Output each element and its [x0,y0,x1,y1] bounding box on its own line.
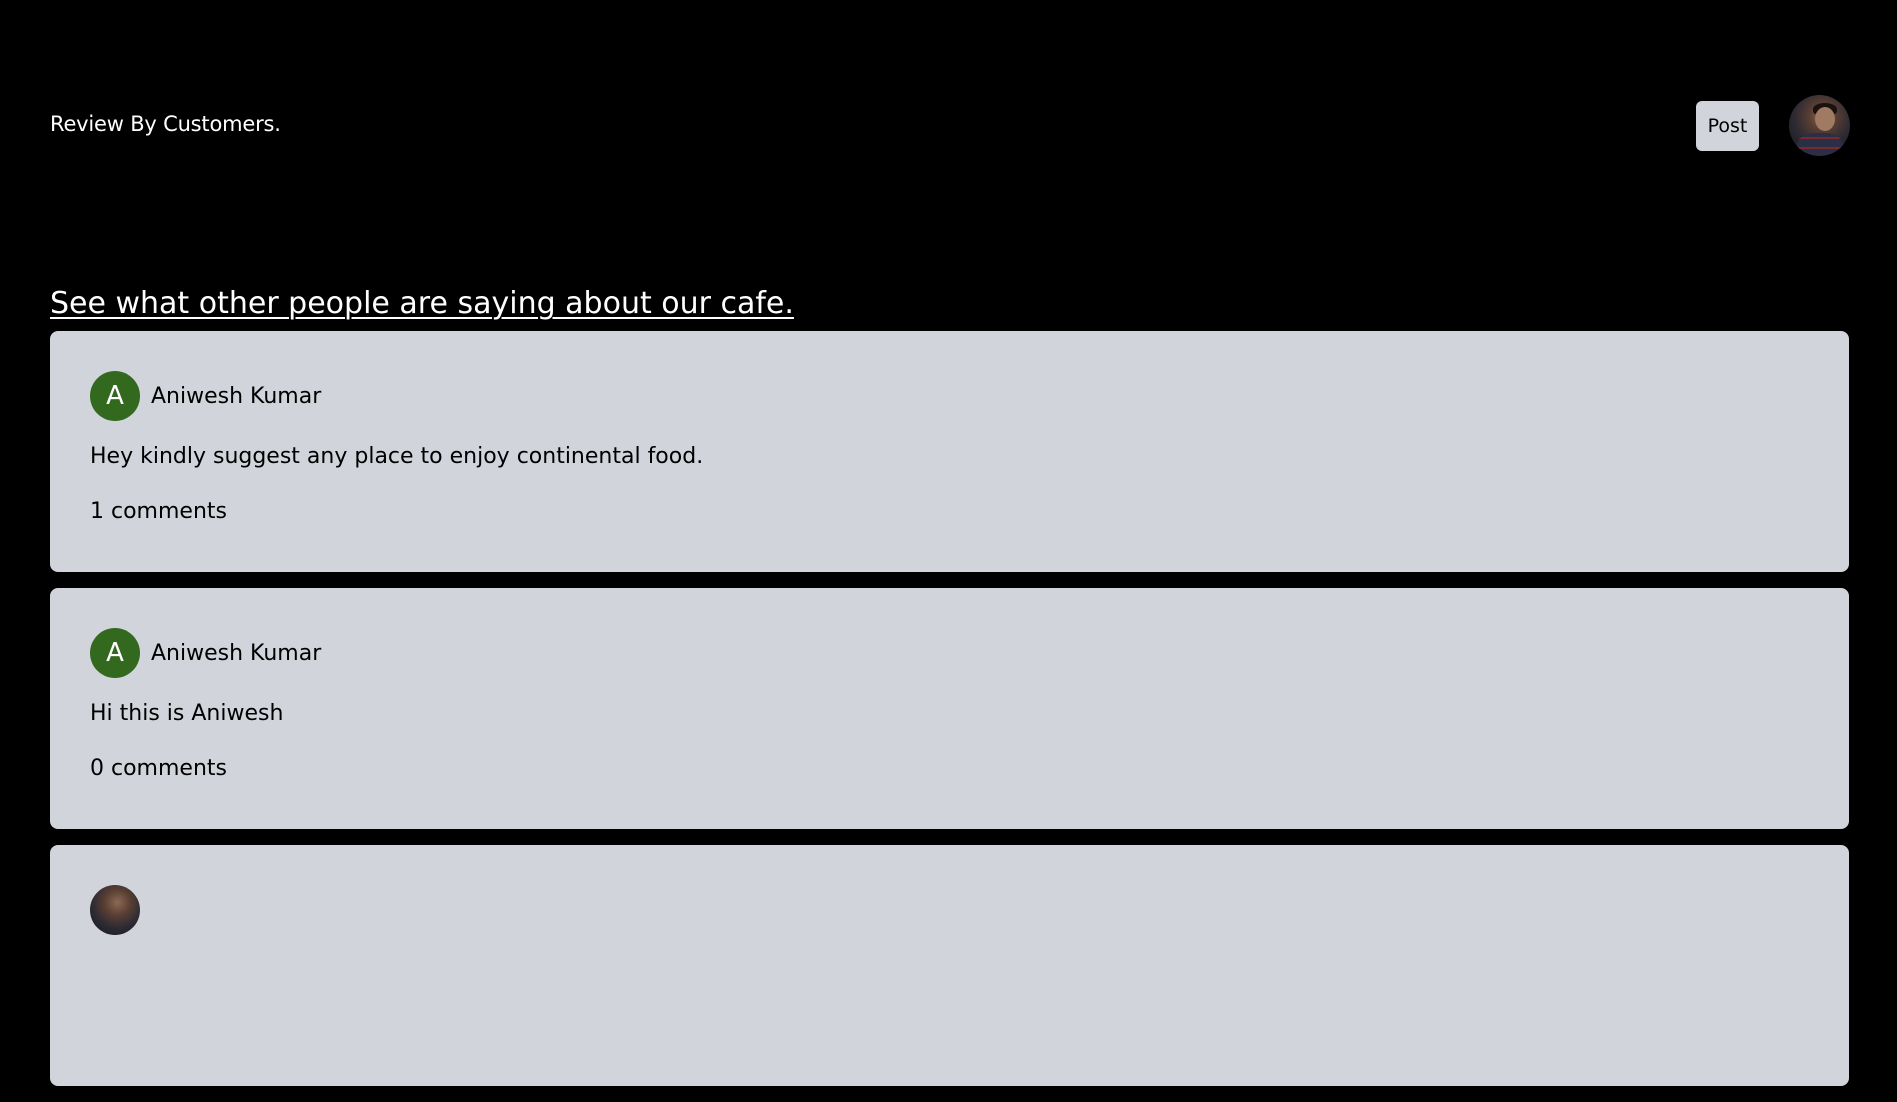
reviews-feed: A Aniwesh Kumar Hey kindly suggest any p… [50,331,1849,1102]
review-message: Hey kindly suggest any place to enjoy co… [90,444,704,469]
avatar-shirt [1797,133,1843,156]
review-author: A Aniwesh Kumar [90,371,321,421]
review-author: A Aniwesh Kumar [90,628,321,678]
review-author [90,885,140,935]
author-name: Aniwesh Kumar [151,383,322,409]
site-brand[interactable]: Review By Customers. [50,112,281,136]
page-headline: See what other people are saying about o… [50,286,794,322]
author-letter-avatar: A [90,628,140,678]
comments-count-link[interactable]: 1 comments [90,499,227,524]
author-name: Aniwesh Kumar [151,640,322,666]
review-message: Hi this is Aniwesh [90,701,284,726]
author-letter-avatar: A [90,371,140,421]
review-card[interactable]: A Aniwesh Kumar Hi this is Aniwesh 0 com… [50,588,1849,829]
review-card[interactable]: A Aniwesh Kumar Hey kindly suggest any p… [50,331,1849,572]
review-card[interactable] [50,845,1849,1086]
post-button[interactable]: Post [1696,101,1759,151]
author-photo-avatar [90,885,140,935]
avatar-face [1815,107,1835,131]
comments-count-link[interactable]: 0 comments [90,756,227,781]
top-navbar: Review By Customers. Post [0,0,1897,200]
user-avatar-icon[interactable] [1789,95,1850,156]
